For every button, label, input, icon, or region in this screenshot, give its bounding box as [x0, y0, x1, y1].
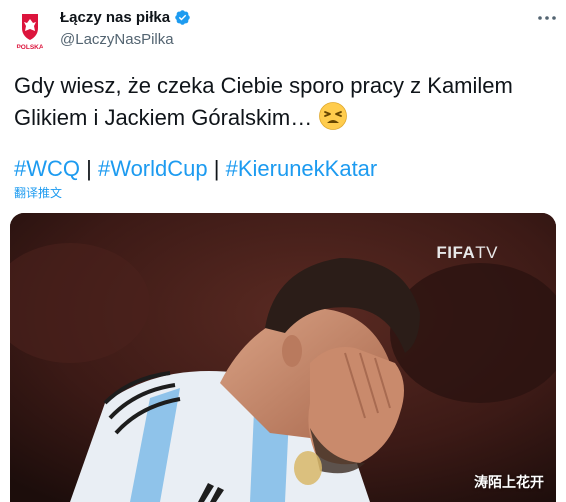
avatar[interactable]: POLSKA [8, 8, 52, 52]
more-options-icon[interactable] [536, 10, 558, 26]
fifa-tv-logo: FIFATV [436, 243, 498, 263]
translate-tweet-link[interactable]: 翻译推文 [14, 184, 62, 201]
hashtag-worldcup[interactable]: #WorldCup [98, 156, 208, 181]
name-row: Łączy nas piłka [60, 9, 191, 26]
hashtags: #WCQ | #WorldCup | #KierunekKatar [14, 153, 377, 184]
tweet-media[interactable]: FIFATV 涛陌上花开 [10, 213, 556, 502]
fifa-logo-bold: FIFA [436, 243, 476, 262]
tired-face-emoji-icon [319, 102, 348, 130]
verified-badge-icon [175, 10, 190, 25]
avatar-label: POLSKA [16, 44, 43, 51]
tweet-header: POLSKA Łączy nas piłka @LaczyNasPilka [0, 0, 566, 62]
hashtag-kierunekkatar[interactable]: #KierunekKatar [226, 156, 378, 181]
hashtag-wcq[interactable]: #WCQ [14, 156, 80, 181]
fifa-logo-tv: TV [475, 243, 498, 262]
hashtag-separator: | [86, 156, 92, 181]
hashtag-separator: | [213, 156, 220, 181]
watermark: 涛陌上花开 [474, 474, 544, 490]
tweet-text: Gdy wiesz, że czeka Ciebie sporo pracy z… [14, 70, 554, 133]
display-name[interactable]: Łączy nas piłka [60, 9, 170, 26]
tweet-body: Gdy wiesz, że czeka Ciebie sporo pracy z… [14, 73, 513, 130]
polska-crest-icon: POLSKA [8, 8, 52, 52]
user-handle[interactable]: @LaczyNasPilka [60, 31, 174, 48]
